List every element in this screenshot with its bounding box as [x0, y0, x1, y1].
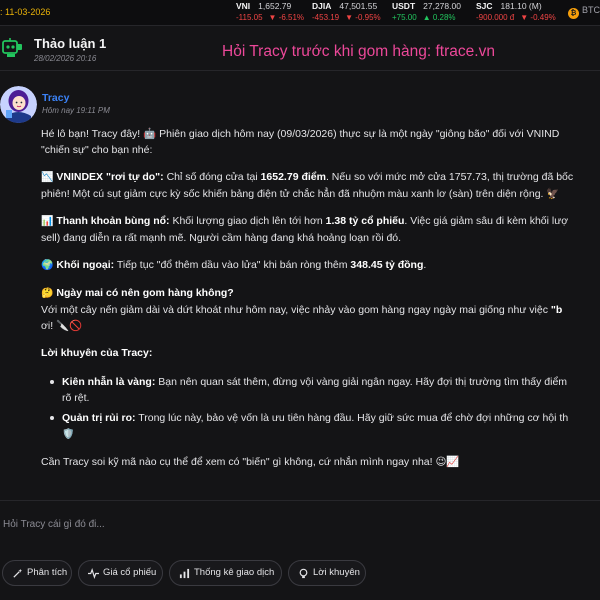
- avatar: [0, 86, 37, 123]
- ticker-change: +75.00: [392, 13, 417, 22]
- vnindex-paragraph: 📉 VNINDEX "rơi tự do": Chỉ số đóng cửa t…: [41, 171, 574, 183]
- thread-date: 28/02/2026 20:16: [34, 54, 97, 63]
- wand-icon: [13, 568, 23, 578]
- shield-icon: 🛡️: [62, 429, 75, 440]
- message-closing: Cần Tracy soi kỹ mã nào cụ thể để xem có…: [41, 456, 460, 468]
- chip-analyze[interactable]: Phân tích: [2, 560, 72, 586]
- advice-list: Kiên nhẫn là vàng: Bạn nên quan sát thêm…: [41, 374, 600, 443]
- ticker-date: : 11-03-2026: [0, 7, 51, 17]
- ticker-item-djia[interactable]: DJIA 47,501.55 -453.19 ▼ -0.95%: [312, 1, 381, 22]
- pulse-icon: [88, 568, 99, 579]
- question-heading: 🤔 Ngày mai có nên gom hàng không?: [41, 287, 234, 299]
- ticker-item-usdt[interactable]: USDT 27,278.00 +75.00 ▲ 0.28%: [392, 1, 461, 22]
- foreign-paragraph: 🌍 Khối ngoại: Tiếp tục "đổ thêm dầu vào …: [41, 259, 427, 271]
- sender-name: Tracy: [42, 92, 70, 104]
- chip-stock-price[interactable]: Giá cổ phiếu: [78, 560, 163, 586]
- thread-title: Thảo luận 1: [34, 36, 107, 51]
- ticker-price: 47,501.55: [339, 1, 378, 11]
- message-body: Hé lô bạn! Tracy đây! 🤖 Phiên giao dịch …: [41, 126, 600, 470]
- ticker-change: -900.000 đ: [476, 13, 515, 22]
- thinking-face-icon: 🤔: [41, 288, 54, 299]
- ticker-percent: ▼ -0.95%: [345, 13, 381, 22]
- list-item: Kiên nhẫn là vàng: Bạn nên quan sát thêm…: [41, 374, 600, 406]
- globe-icon: 🌍: [41, 260, 54, 271]
- bar-chart-icon: 📊: [41, 216, 54, 227]
- list-item: Quản trị rủi ro: Trong lúc này, bảo vệ v…: [41, 410, 600, 443]
- promo-banner[interactable]: Hỏi Tracy trước khi gom hàng: ftrace.vn: [222, 43, 495, 61]
- liquidity-paragraph: 📊 Thanh khoản bùng nổ: Khối lượng giao d…: [41, 215, 569, 227]
- message-intro: Hé lô bạn! Tracy đây! 🤖 Phiên giao dịch …: [41, 128, 560, 140]
- suggestion-chips: Phân tích Giá cổ phiếu Thống kê giao dịc…: [0, 560, 600, 588]
- ticker-symbol: SJC: [476, 1, 493, 11]
- bitcoin-icon: ₿: [568, 8, 579, 19]
- ticker-item-sjc[interactable]: SJC 181.10 (M) -900.000 đ ▼ -0.49%: [476, 1, 556, 22]
- ticker-item-vni[interactable]: VNI 1,652.79 -115.05 ▼ -6.51%: [236, 1, 304, 22]
- ticker-symbol: BTC: [582, 5, 600, 15]
- chat-composer: [0, 500, 600, 551]
- ticker-percent: ▼ -0.49%: [520, 13, 556, 22]
- market-ticker-bar: : 11-03-2026 VNI 1,652.79 -115.05 ▼ -6.51%…: [0, 0, 600, 26]
- chat-input[interactable]: [0, 501, 600, 547]
- question-answer: Với một cây nến giảm dài và dứt khoát nh…: [41, 304, 563, 316]
- bar-chart-icon: [179, 568, 190, 579]
- chip-advice[interactable]: Lời khuyên: [288, 560, 366, 586]
- lightbulb-icon: [299, 568, 308, 579]
- ticker-symbol: USDT: [392, 1, 416, 11]
- ticker-price: 181.10 (M): [500, 1, 542, 11]
- ticker-price: 1,652.79: [258, 1, 292, 11]
- chart-down-icon: 📉: [41, 172, 54, 183]
- chip-trade-stats[interactable]: Thống kê giao dịch: [169, 560, 282, 586]
- ticker-item-btc[interactable]: ₿ BTC: [568, 5, 600, 19]
- message-time: Hôm nay 19:11 PM: [42, 106, 110, 115]
- ticker-symbol: DJIA: [312, 1, 332, 11]
- chat-header: Thảo luận 1 28/02/2026 20:16 Hỏi Tracy t…: [0, 26, 600, 71]
- ticker-symbol: VNI: [236, 1, 251, 11]
- ticker-change: -453.19: [312, 13, 340, 22]
- robot-icon: [2, 38, 24, 63]
- ticker-change: -115.05: [236, 13, 263, 22]
- ticker-percent: ▲ 0.28%: [422, 13, 456, 22]
- advice-title: Lời khuyên của Tracy:: [41, 347, 153, 359]
- ticker-price: 27,278.00: [423, 1, 461, 11]
- ticker-percent: ▼ -6.51%: [268, 13, 305, 22]
